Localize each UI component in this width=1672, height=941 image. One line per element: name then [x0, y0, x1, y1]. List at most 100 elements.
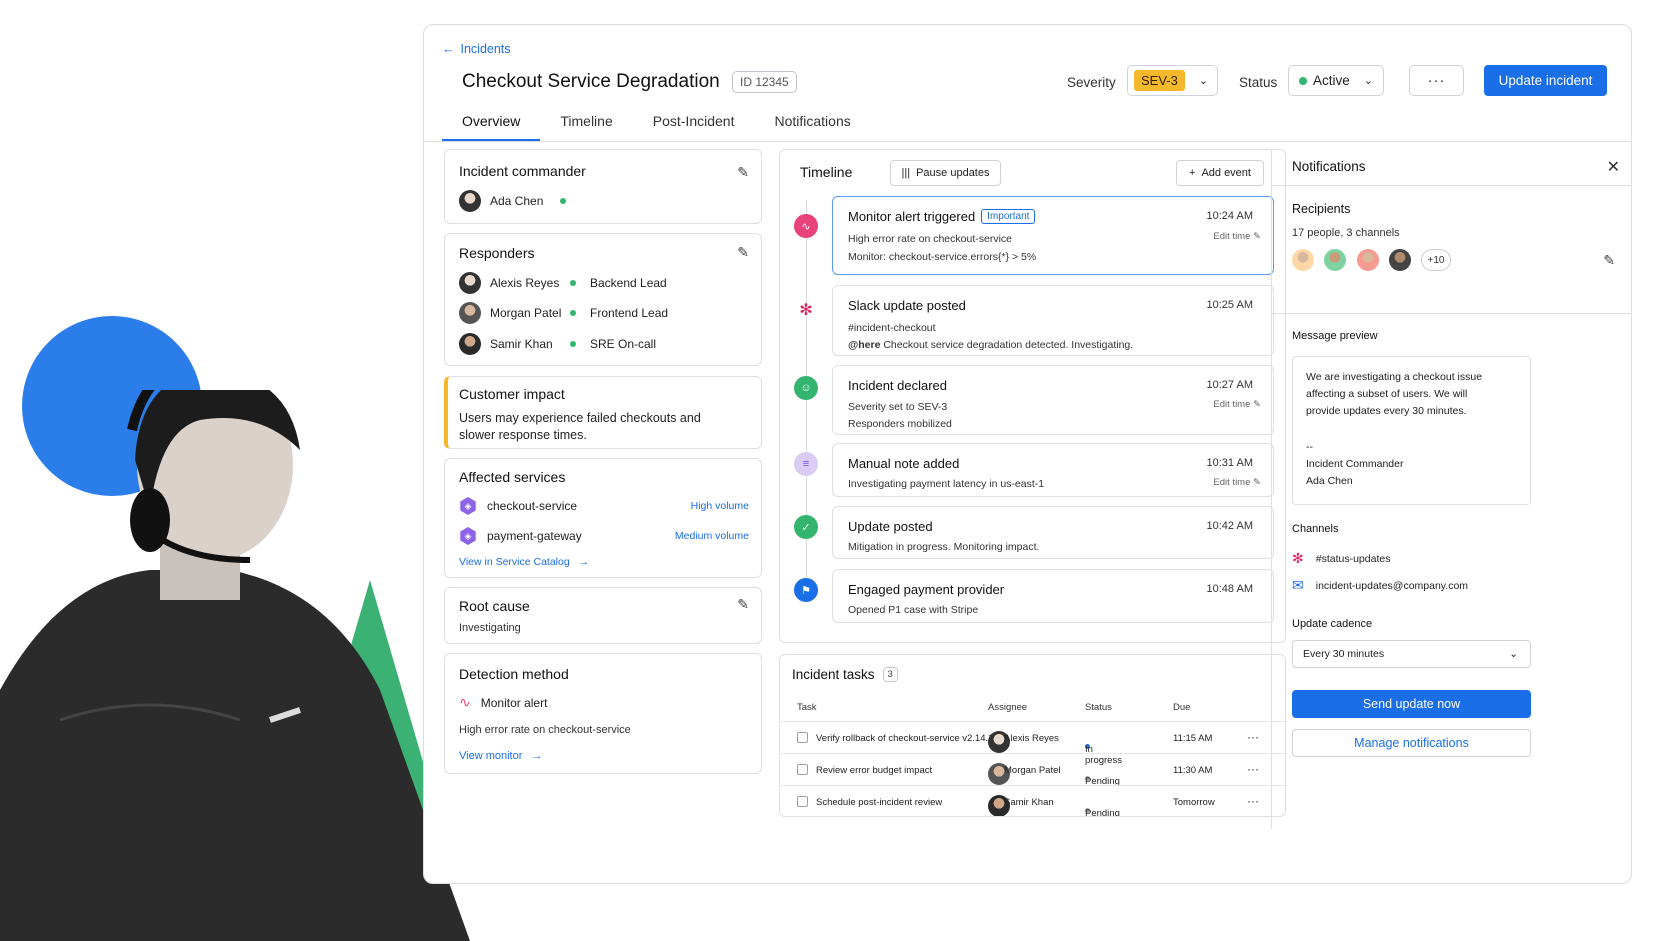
- cadence-value: Every 30 minutes: [1303, 648, 1385, 660]
- service-volume: Medium volume: [674, 530, 749, 542]
- root-cause-value: Investigating: [459, 622, 521, 634]
- card-heading: Customer impact: [459, 386, 565, 402]
- timeline-event[interactable]: Incident declared 10:27 AM Severity set …: [832, 365, 1274, 435]
- timeline-line: [806, 200, 807, 600]
- timeline-event[interactable]: Update posted 10:42 AM Mitigation in pro…: [832, 506, 1274, 559]
- tab-notifications[interactable]: Notifications: [754, 105, 870, 141]
- tasks-count-badge: 3: [882, 667, 898, 682]
- task-name: Verify rollback of checkout-service v2.1…: [816, 733, 994, 744]
- notifications-heading: Notifications: [1292, 159, 1366, 174]
- row-more-button[interactable]: ···: [1247, 762, 1259, 776]
- arrow-right-icon: →: [531, 750, 543, 762]
- close-icon[interactable]: ✕: [1607, 157, 1620, 177]
- responder-role: Backend Lead: [590, 276, 667, 290]
- back-link[interactable]: ← Incidents: [442, 42, 511, 56]
- pencil-icon: ✎: [1253, 399, 1261, 410]
- plus-icon: +: [1189, 167, 1196, 179]
- event-detail: Mitigation in progress. Monitoring impac…: [848, 541, 1040, 553]
- timeline-event[interactable]: Monitor alert triggered Important 10:24 A…: [832, 196, 1274, 275]
- responder-role: SRE On-call: [590, 337, 657, 351]
- task-checkbox[interactable]: [797, 764, 808, 775]
- table-row[interactable]: Schedule post-incident review Samir Khan…: [780, 785, 1285, 816]
- mention: @here: [848, 339, 881, 351]
- commander-name: Ada Chen: [490, 194, 544, 208]
- pause-updates-button[interactable]: ||| Pause updates: [890, 160, 1001, 186]
- event-time: 10:24 AM: [1206, 210, 1253, 222]
- send-update-button[interactable]: Send update now: [1292, 690, 1531, 718]
- channel-row[interactable]: ✻ #status-updates: [1292, 550, 1390, 567]
- responder-role: Frontend Lead: [590, 306, 669, 320]
- avatar: [1322, 247, 1348, 273]
- responders-card: Responders ✎ Alexis Reyes Backend Lead M…: [444, 233, 762, 366]
- edit-time-link[interactable]: Edit time ✎: [1213, 399, 1261, 410]
- preview-line: Ada Chen: [1306, 475, 1353, 487]
- timeline-heading: Timeline: [800, 164, 853, 180]
- task-due: Tomorrow: [1173, 797, 1215, 808]
- tab-overview[interactable]: Overview: [442, 105, 541, 141]
- pencil-icon: ✎: [1253, 477, 1261, 488]
- status-value: Active: [1313, 73, 1350, 88]
- recipients-section: Recipients 17 people, 3 channels +10 ✎: [1272, 185, 1631, 313]
- service-row[interactable]: ◈ checkout-service High volume: [459, 497, 749, 515]
- online-dot-icon: [570, 341, 576, 347]
- notifications-panel: Notifications ✕ Recipients 17 people, 3 …: [1271, 149, 1631, 829]
- service-catalog-link[interactable]: View in Service Catalog →: [459, 556, 589, 568]
- row-more-button[interactable]: ···: [1247, 794, 1259, 808]
- task-checkbox[interactable]: [797, 732, 808, 743]
- status-select[interactable]: Active ⌄: [1288, 65, 1384, 96]
- online-dot-icon: [560, 198, 567, 204]
- incident-tasks-panel: Incident tasks 3 Task Assignee Status Due…: [779, 654, 1286, 817]
- pencil-icon[interactable]: ✎: [737, 164, 749, 181]
- update-incident-button[interactable]: Update incident: [1484, 65, 1607, 96]
- preview-line: provide updates every 30 minutes.: [1306, 405, 1467, 417]
- incident-id-badge: ID 12345: [732, 71, 797, 93]
- pulse-icon: ∿: [794, 214, 818, 238]
- responder-row[interactable]: Morgan Patel Frontend Lead: [459, 302, 749, 324]
- edit-time-link[interactable]: Edit time ✎: [1213, 477, 1261, 488]
- table-row[interactable]: Verify rollback of checkout-service v2.1…: [780, 721, 1285, 766]
- card-heading: Responders: [459, 245, 535, 261]
- tab-timeline[interactable]: Timeline: [540, 105, 632, 141]
- cadence-select[interactable]: Every 30 minutes ⌄: [1292, 640, 1531, 668]
- add-event-button[interactable]: + Add event: [1176, 160, 1264, 186]
- pencil-icon[interactable]: ✎: [737, 596, 749, 613]
- tab-bar: Overview Timeline Post-Incident Notifica…: [442, 105, 871, 141]
- timeline-event[interactable]: Engaged payment provider 10:48 AM Opened…: [832, 569, 1274, 623]
- more-recipients-badge[interactable]: +10: [1421, 249, 1451, 271]
- task-due: 11:15 AM: [1173, 733, 1213, 744]
- service-volume: High volume: [690, 500, 749, 512]
- avatar: [1387, 247, 1413, 273]
- event-detail: Opened P1 case with Stripe: [848, 604, 979, 616]
- avatar: [459, 333, 481, 355]
- event-detail-row: @here Checkout service degradation detec…: [848, 339, 1133, 351]
- task-due: 11:30 AM: [1173, 765, 1213, 776]
- event-title: Incident declared: [848, 378, 948, 393]
- support-agent-illustration: [0, 390, 470, 941]
- root-cause-card: Root cause ✎ Investigating: [444, 587, 762, 644]
- manage-notifications-button[interactable]: Manage notifications: [1292, 729, 1531, 757]
- event-time: 10:31 AM: [1206, 457, 1253, 469]
- incident-app-window: ← Incidents Checkout Service Degradation…: [423, 24, 1632, 884]
- responder-row[interactable]: Samir Khan SRE On-call: [459, 333, 749, 355]
- responder-name: Alexis Reyes: [490, 276, 560, 290]
- timeline-event[interactable]: Manual note added 10:31 AM Investigating…: [832, 443, 1274, 497]
- view-monitor-link[interactable]: View monitor →: [459, 750, 542, 762]
- avatar: [459, 190, 481, 212]
- pencil-icon[interactable]: ✎: [1603, 252, 1615, 269]
- edit-time-link[interactable]: Edit time ✎: [1213, 231, 1261, 242]
- timeline-event[interactable]: Slack update posted 10:25 AM #incident-c…: [832, 285, 1274, 356]
- tab-post-incident[interactable]: Post-Incident: [633, 105, 755, 141]
- responder-row[interactable]: Alexis Reyes Backend Lead: [459, 272, 749, 294]
- table-row[interactable]: Review error budget impact Morgan Patel …: [780, 753, 1285, 787]
- detection-detail: High error rate on checkout-service: [459, 724, 631, 736]
- more-options-button[interactable]: ···: [1409, 65, 1464, 96]
- event-title: Manual note added: [848, 456, 960, 471]
- task-checkbox[interactable]: [797, 796, 808, 807]
- check-icon: ✓: [794, 515, 818, 539]
- service-row[interactable]: ◈ payment-gateway Medium volume: [459, 527, 749, 545]
- channel-row[interactable]: ✉ incident-updates@company.com: [1292, 577, 1468, 594]
- chevron-down-icon: ⌄: [1198, 75, 1209, 87]
- severity-select[interactable]: SEV-3 ⌄: [1127, 65, 1218, 96]
- row-more-button[interactable]: ···: [1247, 730, 1259, 744]
- pencil-icon[interactable]: ✎: [737, 244, 749, 261]
